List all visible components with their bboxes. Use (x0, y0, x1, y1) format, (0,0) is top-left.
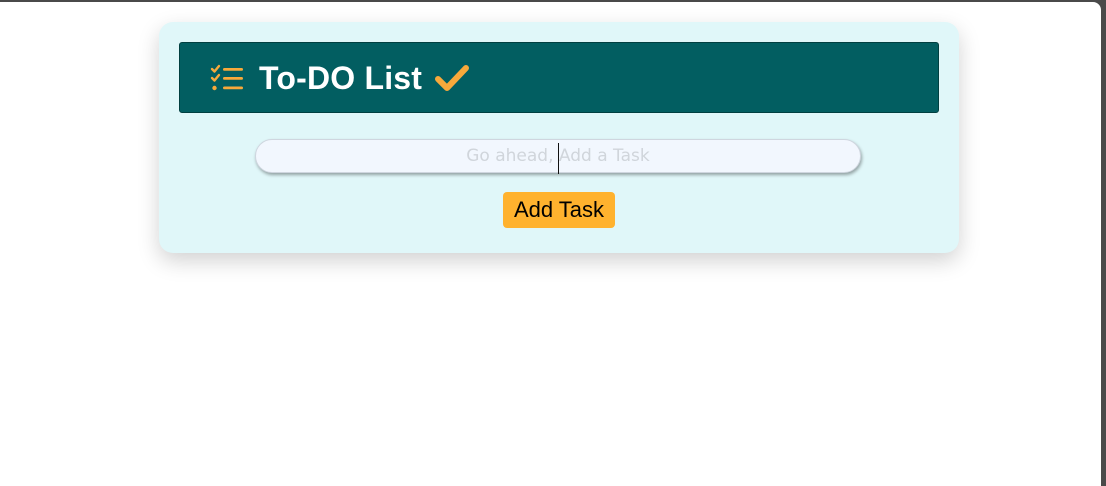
checklist-icon (210, 63, 244, 93)
check-icon (434, 63, 470, 93)
browser-viewport: To-DO List Add Task (0, 2, 1101, 486)
page-title: To-DO List (259, 59, 423, 96)
text-caret (558, 143, 559, 174)
todo-card: To-DO List Add Task (159, 22, 959, 253)
add-task-button[interactable]: Add Task (503, 192, 615, 228)
todo-header: To-DO List (179, 42, 939, 113)
